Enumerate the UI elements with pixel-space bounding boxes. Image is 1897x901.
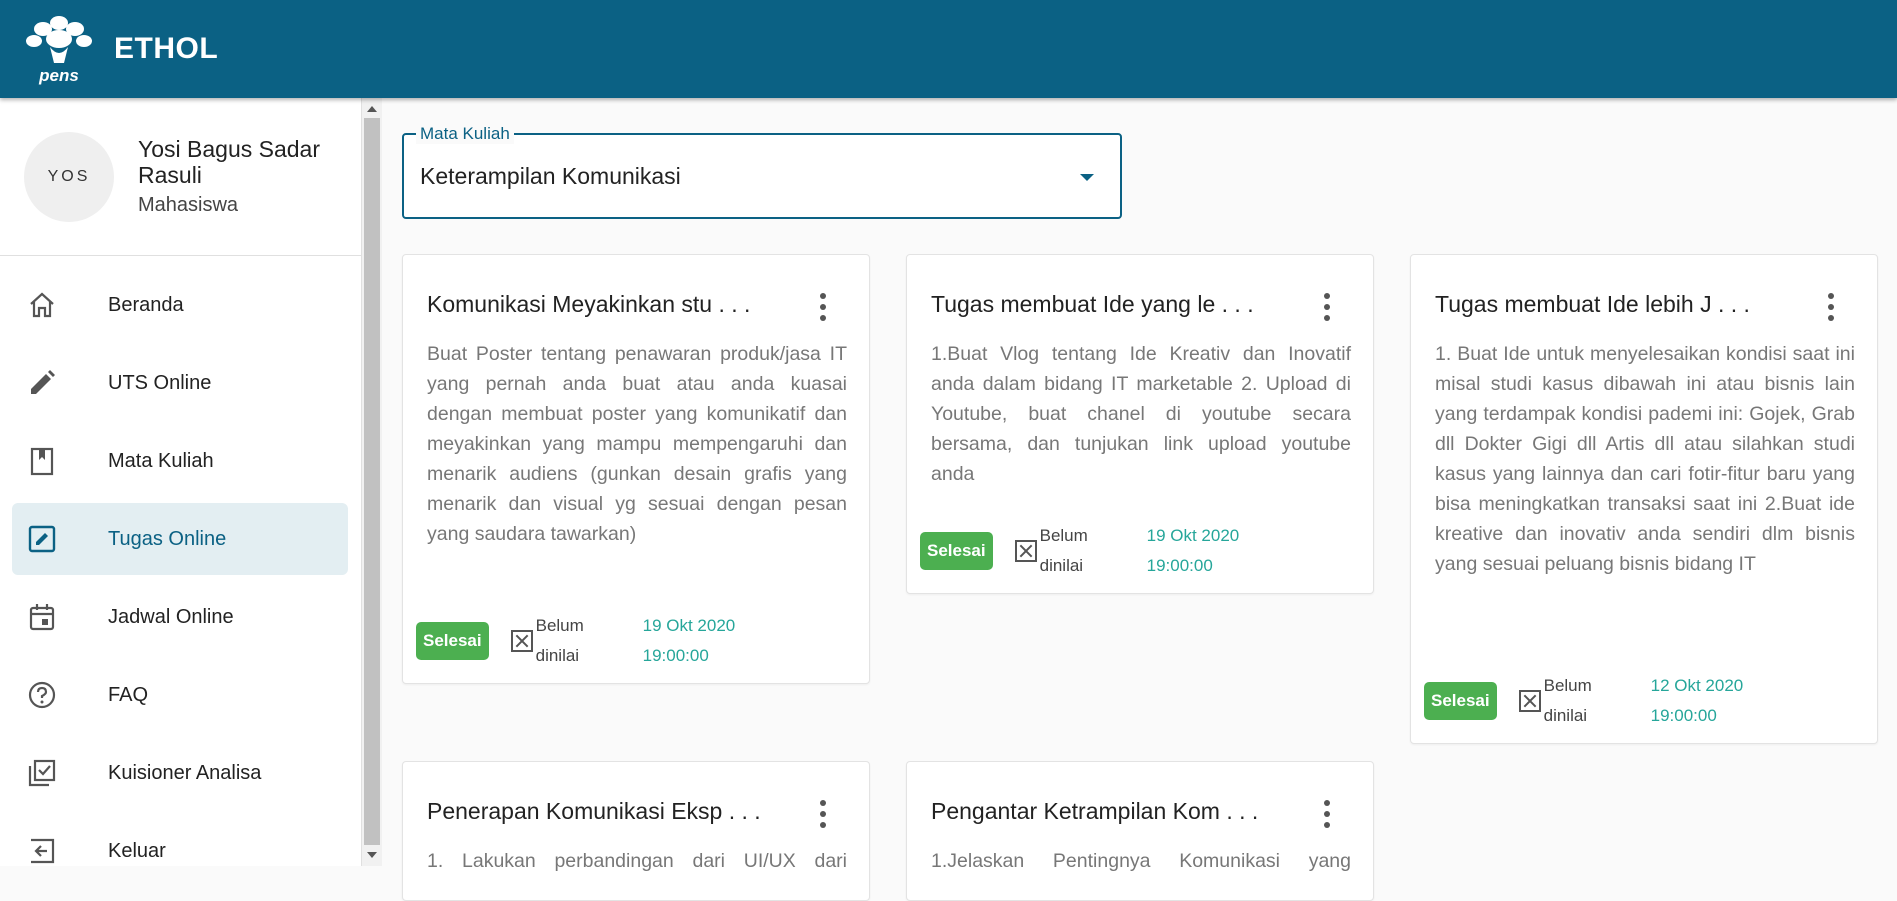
more-vert-icon[interactable] (819, 293, 827, 321)
sidebar-item-label: Beranda (108, 293, 184, 316)
avatar: YOS (24, 131, 114, 222)
logout-icon (26, 835, 58, 866)
user-name: Yosi Bagus Sadar Rasuli (138, 136, 321, 188)
scroll-thumb[interactable] (364, 118, 380, 845)
sidebar-item-kuisioner-analisa[interactable]: Kuisioner Analisa (12, 737, 348, 809)
grade-status: Belum dinilai (535, 616, 584, 665)
sidebar-item-label: Tugas Online (108, 527, 227, 550)
card-title[interactable]: Tugas membuat Ide lebih J . . . (1435, 291, 1750, 318)
sidebar-item-jadwal-online[interactable]: Jadwal Online (12, 581, 348, 653)
card-footer: Selesai Belum dinilai 19 Okt 2020 19:00:0… (416, 611, 735, 671)
checklist-icon (26, 757, 58, 789)
sidebar-item-keluar[interactable]: Keluar (12, 815, 348, 866)
assignment-card[interactable]: Penerapan Komunikasi Eksp . . . 1. Lakuk… (402, 761, 870, 901)
card-description: Buat Poster tentang penawaran produk/jas… (427, 343, 847, 545)
assignment-card[interactable]: Tugas membuat Ide lebih J . . . 1. Buat … (1410, 254, 1878, 744)
bookmark-icon (26, 445, 58, 477)
card-title[interactable]: Tugas membuat Ide yang le . . . (931, 291, 1254, 318)
edit-box-icon (26, 523, 58, 555)
more-vert-icon[interactable] (819, 800, 827, 828)
sidebar-item-uts-online[interactable]: UTS Online (12, 347, 348, 419)
more-vert-icon[interactable] (1323, 293, 1331, 321)
help-circle-icon (26, 679, 58, 711)
sidebar-scrollbar[interactable] (362, 98, 382, 866)
card-description: 1.Buat Vlog tentang Ide Kreativ dan Inov… (931, 343, 1351, 485)
pencil-icon (26, 367, 58, 399)
not-graded-icon (1014, 540, 1037, 562)
sidebar-item-label: UTS Online (108, 371, 212, 394)
more-vert-icon[interactable] (1323, 800, 1331, 828)
sidebar: YOS Yosi Bagus Sadar Rasuli Mahasiswa Be… (0, 98, 362, 866)
card-footer: Selesai Belum dinilai 12 Okt 2020 19:00:0… (1424, 671, 1743, 731)
card-description: 1. Lakukan perbandingan dari UI/UX dari (427, 850, 847, 872)
mata-kuliah-select[interactable]: Mata Kuliah Keterampilan Komunikasi (402, 124, 1122, 219)
more-vert-icon[interactable] (1827, 293, 1835, 321)
user-profile: YOS Yosi Bagus Sadar Rasuli Mahasiswa (0, 98, 361, 256)
not-graded-icon (510, 630, 533, 652)
sidebar-item-label: Jadwal Online (108, 605, 234, 628)
user-role: Mahasiswa (138, 194, 239, 216)
pens-logo[interactable]: pens (22, 13, 96, 85)
dropdown-arrow-icon[interactable] (1080, 174, 1094, 181)
card-description: 1. Buat Ide untuk menyelesaikan kondisi … (1435, 343, 1855, 575)
due-datetime: 12 Okt 2020 19:00:00 (1650, 676, 1744, 725)
calendar-icon (26, 601, 58, 633)
assignment-card[interactable]: Komunikasi Meyakinkan stu . . . Buat Pos… (402, 254, 870, 684)
status-badge: Selesai (1424, 682, 1497, 720)
card-title[interactable]: Komunikasi Meyakinkan stu . . . (427, 291, 750, 318)
sidebar-item-label: Keluar (108, 839, 166, 862)
card-title[interactable]: Penerapan Komunikasi Eksp . . . (427, 798, 761, 825)
due-datetime: 19 Okt 2020 19:00:00 (642, 616, 736, 665)
sidebar-item-label: FAQ (108, 683, 149, 706)
grade-status: Belum dinilai (1543, 676, 1592, 725)
status-badge: Selesai (920, 532, 993, 570)
app-title: ETHOL (114, 32, 219, 65)
svg-text:pens: pens (38, 66, 79, 85)
assignment-card[interactable]: Pengantar Ketrampilan Kom . . . 1.Jelask… (906, 761, 1374, 901)
sidebar-item-tugas-online[interactable]: Tugas Online (12, 503, 348, 575)
select-value: Keterampilan Komunikasi (420, 163, 681, 189)
sidebar-item-label: Kuisioner Analisa (108, 761, 262, 784)
grade-status: Belum dinilai (1039, 526, 1088, 575)
select-label: Mata Kuliah (416, 124, 514, 144)
due-datetime: 19 Okt 2020 19:00:00 (1146, 526, 1240, 575)
sidebar-item-beranda[interactable]: Beranda (12, 269, 348, 341)
card-description: 1.Jelaskan Pentingnya Komunikasi yang (931, 850, 1351, 872)
assignment-card[interactable]: Tugas membuat Ide yang le . . . 1.Buat V… (906, 254, 1374, 594)
card-title[interactable]: Pengantar Ketrampilan Kom . . . (931, 798, 1258, 825)
scroll-up-arrow-icon[interactable] (367, 106, 377, 112)
not-graded-icon (1518, 690, 1541, 712)
status-badge: Selesai (416, 622, 489, 660)
sidebar-item-faq[interactable]: FAQ (12, 659, 348, 731)
scroll-down-arrow-icon[interactable] (367, 852, 377, 858)
home-icon (26, 289, 58, 321)
top-app-bar: pens ETHOL (0, 0, 1897, 98)
sidebar-item-label: Mata Kuliah (108, 449, 214, 472)
card-footer: Selesai Belum dinilai 19 Okt 2020 19:00:0… (920, 521, 1239, 581)
sidebar-item-mata-kuliah[interactable]: Mata Kuliah (12, 425, 348, 497)
